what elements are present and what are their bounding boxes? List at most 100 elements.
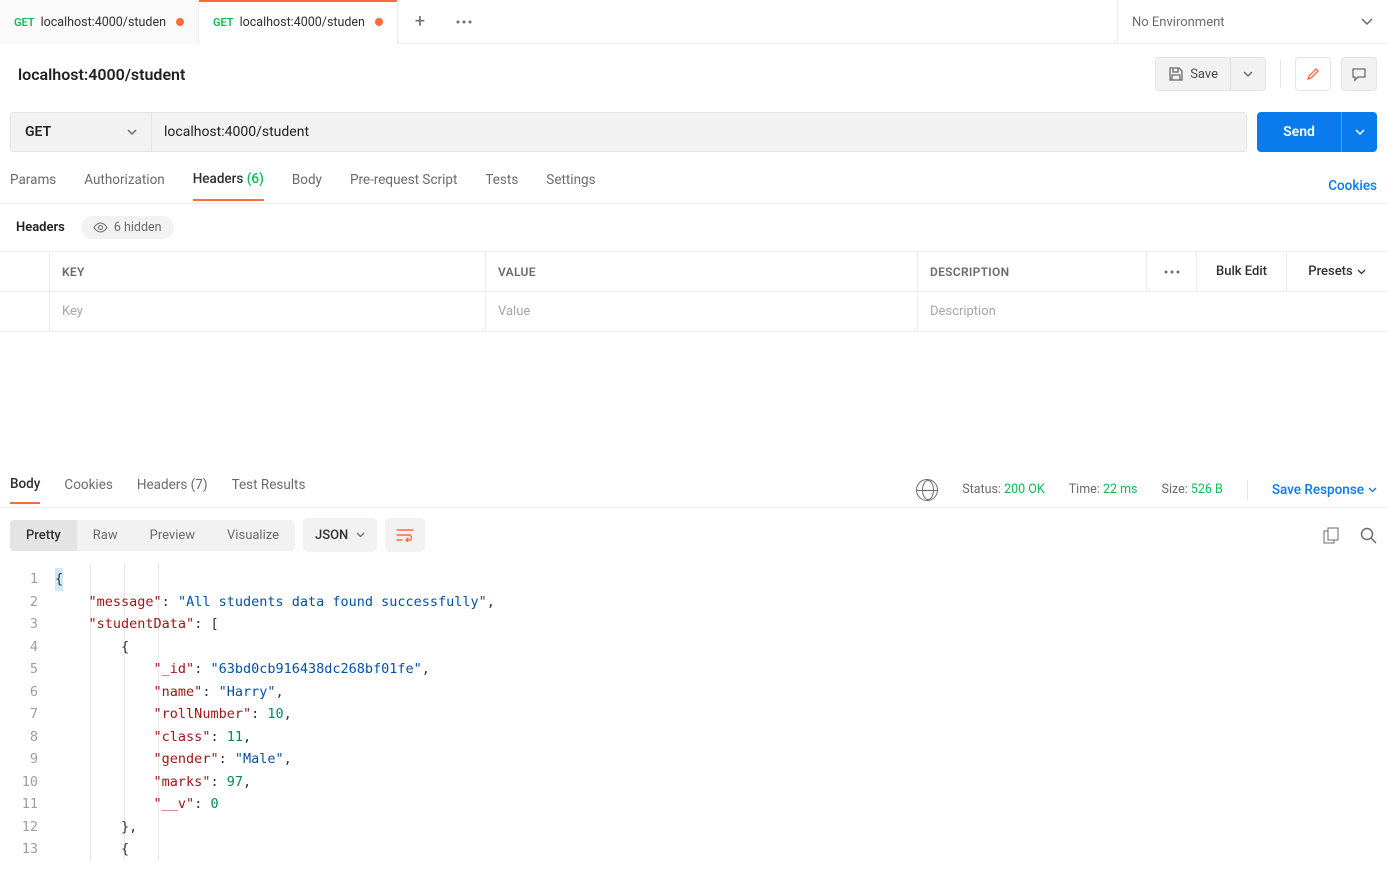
tab-request-0[interactable]: GET localhost:4000/studen	[0, 0, 199, 44]
code-line: 12 },	[10, 816, 1377, 839]
code-line: 8 "class": 11,	[10, 726, 1377, 749]
send-label: Send	[1257, 124, 1341, 140]
tab-request-1[interactable]: GET localhost:4000/studen	[199, 0, 398, 44]
search-response-button[interactable]	[1360, 527, 1377, 544]
view-visualize[interactable]: Visualize	[211, 520, 295, 551]
tab-response-body[interactable]: Body	[10, 476, 40, 504]
tab-tests[interactable]: Tests	[485, 172, 518, 200]
description-input[interactable]: Description	[918, 292, 1147, 331]
save-response-button[interactable]: Save Response	[1272, 482, 1377, 498]
code-line: 10 "marks": 97,	[10, 771, 1377, 794]
tab-response-headers[interactable]: Headers (7)	[137, 477, 208, 503]
response-body-viewer[interactable]: 1{2 "message": "All students data found …	[0, 562, 1387, 861]
code-line: 6 "name": "Harry",	[10, 681, 1377, 704]
tab-authorization[interactable]: Authorization	[84, 172, 164, 200]
request-tab-bar: Params Authorization Headers (6) Body Pr…	[0, 168, 1387, 204]
value-input[interactable]: Value	[486, 292, 918, 331]
hidden-headers-label: 6 hidden	[114, 220, 162, 235]
tab-title: localhost:4000/studen	[240, 15, 365, 30]
col-description: DESCRIPTION	[918, 252, 1147, 291]
code-line: 11 "__v": 0	[10, 793, 1377, 816]
tab-headers-count: (6)	[247, 171, 264, 187]
send-dropdown-button[interactable]	[1341, 112, 1377, 152]
tab-headers[interactable]: Headers (6)	[193, 171, 264, 201]
response-size: Size: 526 B	[1162, 482, 1223, 497]
eye-icon	[93, 222, 108, 233]
request-title: localhost:4000/student	[10, 65, 185, 84]
method-value: GET	[25, 124, 51, 140]
chevron-down-icon	[1243, 71, 1253, 78]
table-header-row: KEY VALUE DESCRIPTION Bulk Edit Presets	[0, 252, 1387, 292]
code-line: 9 "gender": "Male",	[10, 748, 1377, 771]
chevron-down-icon	[1357, 269, 1366, 275]
hidden-headers-toggle[interactable]: 6 hidden	[81, 216, 174, 239]
checkbox-column	[0, 252, 50, 291]
code-line: 4 {	[10, 636, 1377, 659]
tab-title: localhost:4000/studen	[41, 15, 166, 30]
url-row: GET localhost:4000/student Send	[0, 104, 1387, 152]
response-time: Time: 22 ms	[1069, 482, 1138, 497]
url-input[interactable]: localhost:4000/student	[152, 112, 1247, 152]
comment-icon	[1351, 66, 1367, 82]
headers-toolbar: Headers 6 hidden	[0, 204, 1387, 251]
url-value: localhost:4000/student	[164, 124, 309, 140]
tab-bar: GET localhost:4000/studen GET localhost:…	[0, 0, 1387, 44]
copy-icon	[1323, 527, 1340, 544]
save-button[interactable]: Save	[1155, 57, 1231, 91]
response-tab-bar: Body Cookies Headers (7) Test Results St…	[0, 472, 1387, 508]
code-line: 3 "studentData": [	[10, 613, 1377, 636]
tab-response-cookies[interactable]: Cookies	[64, 477, 112, 503]
headers-title: Headers	[16, 220, 65, 235]
tab-method: GET	[213, 16, 234, 29]
view-preview[interactable]: Preview	[134, 520, 211, 551]
chevron-down-icon	[1361, 18, 1373, 26]
tab-settings[interactable]: Settings	[546, 172, 595, 200]
presets-button[interactable]: Presets	[1287, 252, 1387, 291]
tab-prerequest[interactable]: Pre-request Script	[350, 172, 457, 200]
tab-body[interactable]: Body	[292, 172, 322, 200]
row-checkbox[interactable]	[0, 292, 50, 331]
col-key: KEY	[50, 252, 486, 291]
pencil-icon	[1305, 66, 1321, 82]
headers-table: KEY VALUE DESCRIPTION Bulk Edit Presets …	[0, 251, 1387, 332]
save-icon	[1168, 66, 1184, 82]
key-input[interactable]: Key	[50, 292, 486, 331]
send-button[interactable]: Send	[1257, 112, 1377, 152]
code-line: 13 {	[10, 838, 1377, 861]
unsaved-dot-icon	[375, 18, 383, 26]
comment-button[interactable]	[1341, 57, 1377, 91]
network-info-icon[interactable]	[916, 479, 938, 501]
search-icon	[1360, 527, 1377, 544]
edit-button[interactable]	[1295, 57, 1331, 91]
view-raw[interactable]: Raw	[77, 520, 134, 551]
response-status: Status: 200 OK	[962, 482, 1045, 497]
wrap-lines-button[interactable]	[385, 518, 425, 552]
chevron-down-icon	[1368, 487, 1377, 493]
save-label: Save	[1190, 67, 1218, 82]
col-value: VALUE	[486, 252, 918, 291]
table-more-button[interactable]	[1147, 252, 1197, 291]
new-tab-button[interactable]: +	[398, 0, 442, 43]
code-line: 1{	[10, 568, 1377, 591]
presets-label: Presets	[1308, 264, 1352, 279]
table-row[interactable]: Key Value Description	[0, 292, 1387, 332]
cookies-link[interactable]: Cookies	[1328, 178, 1377, 194]
chevron-down-icon	[127, 129, 137, 136]
view-pretty[interactable]: Pretty	[10, 520, 77, 551]
tab-test-results[interactable]: Test Results	[232, 477, 306, 503]
copy-response-button[interactable]	[1323, 527, 1340, 544]
save-dropdown-button[interactable]	[1230, 57, 1266, 91]
bulk-edit-button[interactable]: Bulk Edit	[1197, 252, 1287, 291]
format-selector[interactable]: JSON	[303, 518, 377, 552]
method-selector[interactable]: GET	[10, 112, 152, 152]
tab-params[interactable]: Params	[10, 172, 56, 200]
wrap-icon	[396, 528, 414, 542]
response-toolbar: Pretty Raw Preview Visualize JSON	[0, 508, 1387, 562]
code-line: 2 "message": "All students data found su…	[10, 591, 1377, 614]
code-line: 5 "_id": "63bd0cb916438dc268bf01fe",	[10, 658, 1377, 681]
unsaved-dot-icon	[176, 18, 184, 26]
tab-overflow-button[interactable]	[442, 0, 486, 43]
code-line: 7 "rollNumber": 10,	[10, 703, 1377, 726]
tab-headers-label: Headers	[193, 171, 244, 187]
environment-selector[interactable]: No Environment	[1117, 0, 1387, 44]
